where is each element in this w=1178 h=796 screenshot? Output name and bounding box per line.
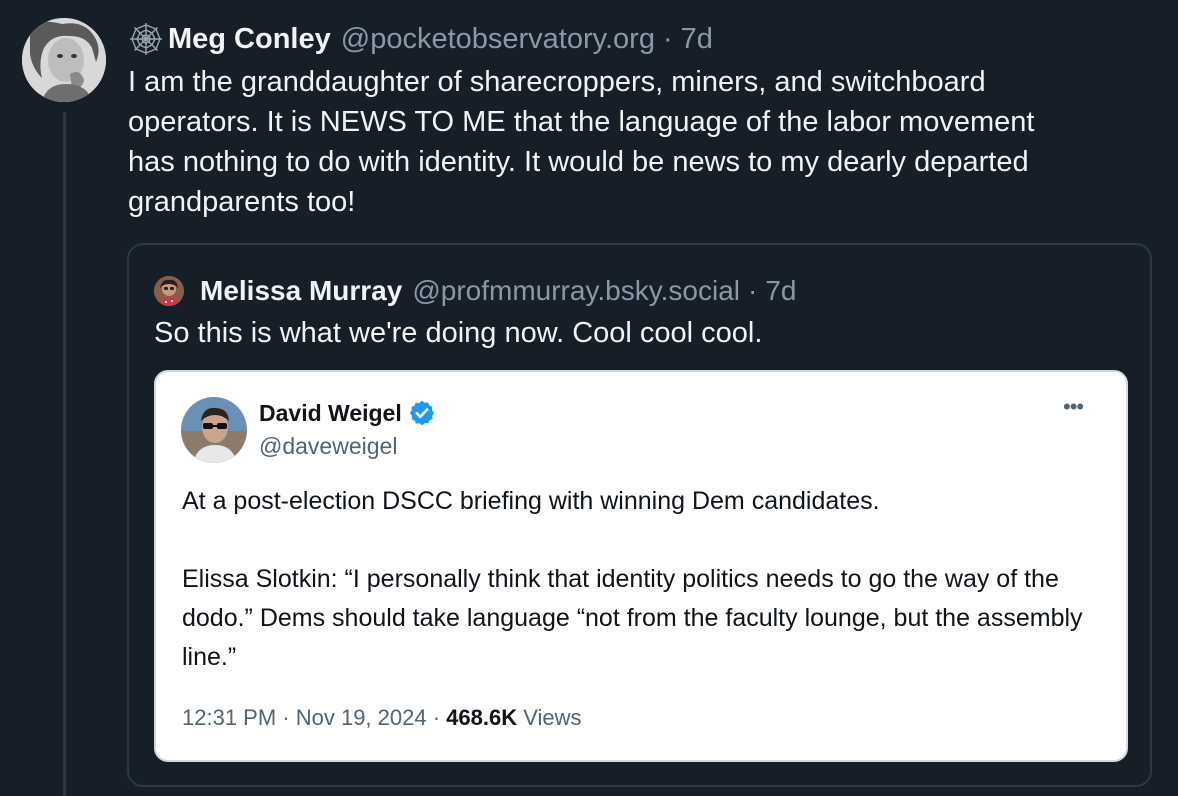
quote-text: So this is what we're doing now. Cool co… (154, 317, 763, 349)
embed-author-name-text: David Weigel (259, 400, 402, 426)
separator-dot: · (662, 23, 673, 55)
thread-view: Meg Conley @pocketobservatory.org · 7d I… (0, 0, 1178, 796)
embed-views-count: 468.6K (446, 705, 518, 730)
embed-body: At a post-election DSCC briefing with wi… (182, 482, 1092, 677)
embed-author-handle: @daveweigel (259, 433, 398, 459)
embed-author-name: David Weigel (259, 396, 436, 430)
quote-author-handle[interactable]: @profmmurray.bsky.social (412, 270, 740, 312)
spiderweb-icon (130, 23, 162, 55)
quote-age[interactable]: 7d (765, 270, 796, 312)
embed-avatar (181, 397, 247, 463)
avatar-photo (22, 18, 106, 102)
quote-header: Melissa Murray @profmmurray.bsky.social … (154, 270, 797, 312)
quote-post-card[interactable]: Melissa Murray @profmmurray.bsky.social … (127, 243, 1152, 787)
more-options-icon: ••• (1063, 394, 1084, 419)
embed-timestamp: 12:31 PM · Nov 19, 2024 · (182, 705, 447, 730)
embed-views-label: Views (517, 705, 582, 730)
author-handle[interactable]: @pocketobservatory.org (341, 18, 655, 60)
embed-avatar-photo (181, 397, 247, 463)
post-header: Meg Conley @pocketobservatory.org · 7d (128, 18, 713, 60)
quote-author-name[interactable]: Melissa Murray (200, 270, 402, 312)
post-age[interactable]: 7d (681, 18, 713, 60)
avatar[interactable] (22, 18, 106, 102)
embed-paragraph: At a post-election DSCC briefing with wi… (182, 487, 880, 515)
embedded-image[interactable]: David Weigel @daveweigel ••• At a post-e… (154, 370, 1128, 762)
embed-paragraph: Elissa Slotkin: “I personally think that… (182, 565, 1083, 671)
quote-separator-dot: · (748, 275, 758, 306)
quote-avatar[interactable] (154, 276, 184, 306)
embed-meta: 12:31 PM · Nov 19, 2024 · 468.6K Views (182, 702, 582, 734)
verified-badge-icon (409, 400, 434, 426)
quote-avatar-photo (154, 276, 184, 306)
author-name[interactable]: Meg Conley (168, 18, 331, 60)
post-text: I am the granddaughter of sharecroppers,… (128, 66, 1035, 218)
thread-connector-line (63, 112, 66, 796)
